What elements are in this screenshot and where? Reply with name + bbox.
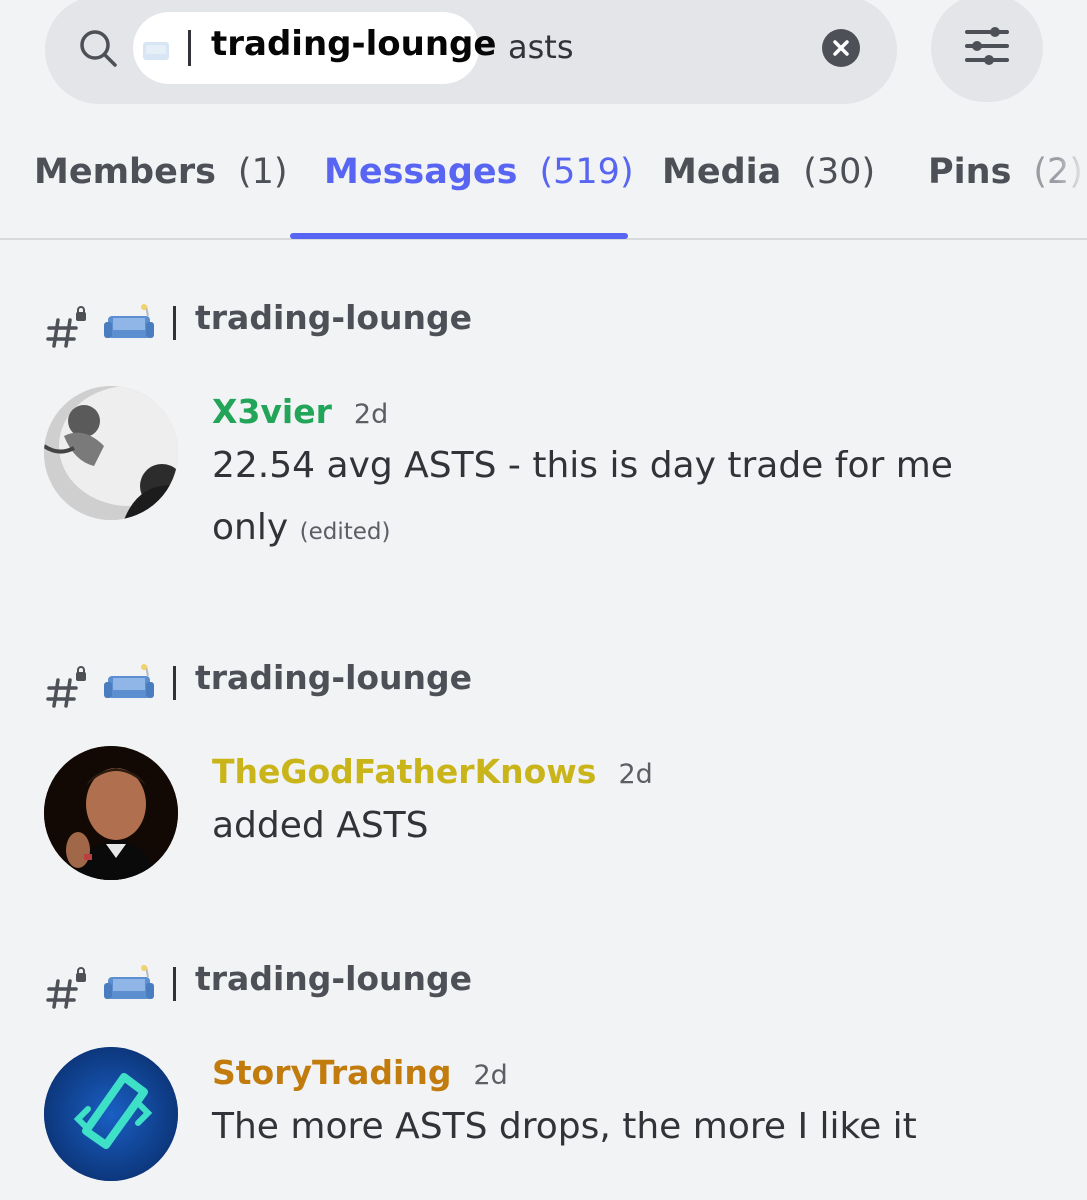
close-icon [833,40,849,56]
message-author[interactable]: StoryTrading 2d [212,1053,508,1092]
header-divider [173,666,176,700]
message-timestamp: 2d [618,759,653,790]
tab-count: (519) [539,152,634,192]
sofa-icon [104,664,154,698]
edited-tag: (edited) [299,519,391,545]
message-text: added ASTS [212,805,429,846]
message-content: added ASTS [212,795,1012,857]
tab-members[interactable]: Members (1) [34,152,288,192]
locked-channel-hash-icon [46,666,86,708]
result-channel-header[interactable]: trading-lounge [46,298,546,350]
filter-button[interactable] [931,0,1043,102]
tab-count: (1) [237,152,288,192]
channel-name: trading-lounge [195,298,473,337]
channel-chip-label: trading-lounge [211,24,497,64]
active-tab-indicator [290,233,628,239]
channel-name: trading-lounge [195,658,473,697]
avatar[interactable] [44,746,178,880]
header-divider [173,967,176,1001]
sofa-icon [143,42,169,60]
header-divider [173,306,176,340]
tab-label: Members [34,152,216,192]
message-author[interactable]: TheGodFatherKnows 2d [212,752,653,791]
channel-name: trading-lounge [195,959,473,998]
search-result[interactable]: trading-lounge TheGodFatherKnows 2d added… [0,658,1087,900]
avatar[interactable] [44,1047,178,1181]
search-row: trading-lounge asts [0,0,1087,120]
sofa-icon [104,965,154,999]
locked-channel-hash-icon [46,967,86,1009]
message-timestamp: 2d [473,1060,508,1091]
locked-channel-hash-icon [46,306,86,348]
message-text: The more ASTS drops, the more I like it [212,1106,917,1147]
author-name: X3vier [212,392,332,431]
message-author[interactable]: X3vier 2d [212,392,388,431]
sofa-icon [104,304,154,338]
avatar[interactable] [44,386,178,520]
tab-fade [1057,148,1087,238]
avatar-image [44,1047,178,1181]
tab-label: Media [662,152,782,192]
message-content: 22.54 avg ASTS - this is day trade for m… [212,435,1012,563]
search-input[interactable]: asts [508,28,574,66]
channel-filter-chip[interactable]: trading-lounge [133,12,496,84]
avatar-image [44,386,178,520]
search-result[interactable]: trading-lounge StoryTrading 2d The more A… [0,959,1087,1200]
tab-count: (30) [803,152,876,192]
tab-label: Messages [324,152,518,192]
author-name: StoryTrading [212,1053,452,1092]
tab-label: Pins [928,152,1012,192]
result-channel-header[interactable]: trading-lounge [46,658,546,710]
sliders-icon [965,27,1009,65]
message-timestamp: 2d [353,399,389,430]
tab-messages[interactable]: Messages (519) [324,152,634,192]
avatar-image [44,746,178,880]
result-channel-header[interactable]: trading-lounge [46,959,546,1011]
tab-media[interactable]: Media (30) [662,152,875,192]
search-icon [80,30,117,67]
search-tabs: Members (1) Messages (519) Media (30) Pins (… [0,130,1087,240]
search-result[interactable]: trading-lounge X3vier 2d 22.54 avg ASTS -… [0,298,1087,580]
clear-search-button[interactable] [822,29,860,67]
author-name: TheGodFatherKnows [212,752,597,791]
chip-divider [188,30,191,66]
message-content: The more ASTS drops, the more I like it [212,1096,1012,1158]
